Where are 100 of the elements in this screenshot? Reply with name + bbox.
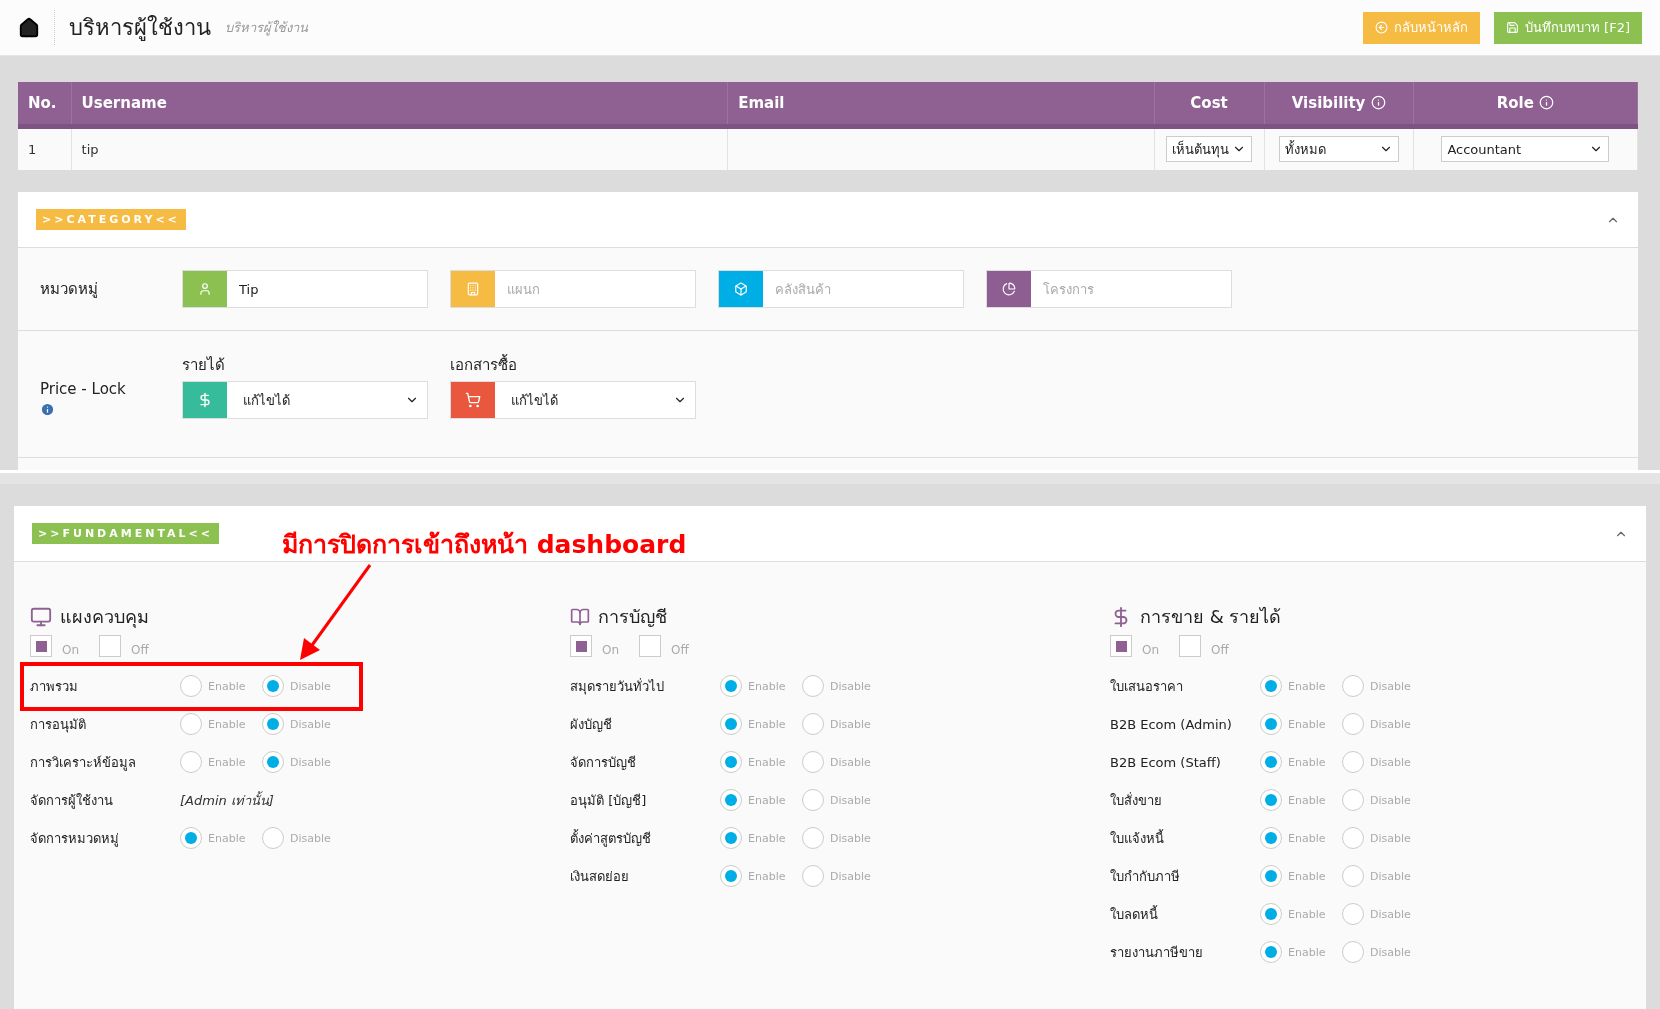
checkbox[interactable] (1110, 635, 1132, 657)
radio-button[interactable] (802, 827, 824, 849)
checkbox-label: On (1142, 643, 1160, 657)
permission-label: ใบเสนอราคา (1110, 677, 1184, 696)
home-icon[interactable] (18, 16, 40, 39)
radio-button[interactable] (720, 865, 742, 887)
radio-label: Disable (290, 755, 331, 769)
checkbox[interactable] (99, 635, 122, 657)
table-cell: tip (71, 126, 728, 170)
info-icon[interactable] (40, 401, 55, 417)
radio-label: Enable (1288, 869, 1326, 883)
radio-button[interactable] (1260, 865, 1282, 887)
radio-button[interactable] (802, 675, 824, 697)
radio-label: Disable (830, 679, 871, 693)
permission-label: ภาพรวม (30, 677, 79, 696)
fundamental-tag: >>FUNDAMENTAL<< (32, 523, 219, 544)
radio-button[interactable] (1260, 789, 1282, 811)
radio-button[interactable] (720, 751, 742, 773)
radio-label: Enable (208, 755, 246, 769)
radio-button[interactable] (1260, 713, 1282, 735)
radio-button[interactable] (1260, 941, 1282, 963)
column-header: Visibility (1264, 82, 1414, 126)
permission-label: B2B Ecom (Admin) (1110, 716, 1233, 732)
save-icon (1505, 21, 1519, 34)
radio-label: Enable (1288, 793, 1326, 807)
radio-button[interactable] (180, 713, 202, 735)
role-select[interactable]: Accountant (1441, 136, 1610, 163)
checkbox[interactable] (570, 635, 592, 657)
radio-label: Disable (1370, 679, 1411, 693)
radio-label: Disable (1370, 907, 1411, 921)
radio-label: Disable (1370, 945, 1411, 959)
permission-label: ผังบัญชี (570, 715, 613, 734)
radio-button[interactable] (262, 675, 284, 697)
radio-label: Disable (1370, 717, 1411, 731)
column-header: Role (1413, 82, 1638, 126)
radio-label: Disable (1370, 793, 1411, 807)
radio-label: Disable (1370, 755, 1411, 769)
page-title: บริหารผู้ใช้งาน (54, 10, 211, 45)
radio-label: Enable (1288, 755, 1326, 769)
checkbox[interactable] (30, 635, 52, 657)
radio-button[interactable] (180, 827, 202, 849)
radio-button[interactable] (180, 751, 202, 773)
radio-button[interactable] (1260, 903, 1282, 925)
radio-label: Disable (830, 717, 871, 731)
category-field[interactable]: แผนก (450, 270, 696, 308)
radio-button[interactable] (1342, 903, 1364, 925)
permission-label: จัดการบัญชี (570, 753, 637, 772)
radio-label: Disable (290, 717, 331, 731)
radio-button[interactable] (262, 713, 284, 735)
category-field[interactable]: โครงการ (986, 270, 1232, 308)
radio-label: Disable (830, 755, 871, 769)
checkbox[interactable] (639, 635, 662, 657)
radio-button[interactable] (720, 713, 742, 735)
arrow-left-icon (1374, 21, 1388, 34)
permission-label: รายงานภาษีขาย (1110, 943, 1204, 962)
radio-button[interactable] (1342, 675, 1364, 697)
category-field[interactable]: คลังสินค้า (718, 270, 964, 308)
visibility-select[interactable]: ทั้งหมด (1278, 136, 1399, 163)
radio-button[interactable] (1342, 827, 1364, 849)
column-header: No. (18, 82, 72, 126)
radio-button[interactable] (802, 751, 824, 773)
radio-button[interactable] (1342, 941, 1364, 963)
radio-button[interactable] (1260, 751, 1282, 773)
radio-button[interactable] (262, 827, 284, 849)
radio-button[interactable] (802, 865, 824, 887)
radio-button[interactable] (720, 675, 742, 697)
admin-note: [Admin เท่านั้น] (180, 790, 274, 810)
cost-select[interactable]: เห็นต้นทุน (1166, 136, 1253, 163)
radio-button[interactable] (1260, 827, 1282, 849)
permission-label: ใบกำกับภาษี (1110, 867, 1181, 886)
radio-label: Disable (830, 793, 871, 807)
radio-button[interactable] (720, 789, 742, 811)
building-icon (466, 282, 480, 296)
radio-label: Enable (748, 869, 786, 883)
radio-button[interactable] (262, 751, 284, 773)
pie-chart-icon (1002, 282, 1016, 296)
radio-label: Enable (1288, 907, 1326, 921)
checkbox-label: Off (1211, 643, 1229, 657)
radio-label: Enable (1288, 679, 1326, 693)
category-tag: >>CATEGORY<< (36, 209, 186, 230)
permission-label: สมุดรายวันทั่วไป (570, 677, 665, 697)
radio-button[interactable] (1342, 789, 1364, 811)
category-field[interactable]: Tip (182, 270, 428, 308)
radio-label: Enable (208, 717, 246, 731)
column-header: Username (71, 82, 728, 126)
radio-label: Disable (830, 831, 871, 845)
radio-button[interactable] (802, 713, 824, 735)
radio-button[interactable] (1342, 713, 1364, 735)
annotation-text: มีการปิดการเข้าถึงหน้า dashboard (282, 529, 687, 561)
permission-label: ตั้งค่าสูตรบัญชี (570, 828, 652, 849)
radio-button[interactable] (1260, 675, 1282, 697)
permission-label: การอนุมัติ (30, 715, 87, 735)
radio-button[interactable] (180, 675, 202, 697)
checkbox[interactable] (1179, 635, 1202, 657)
radio-button[interactable] (1342, 865, 1364, 887)
radio-button[interactable] (802, 789, 824, 811)
group-title: การบัญชี (598, 605, 667, 629)
select-label: รายได้ (182, 355, 226, 376)
radio-button[interactable] (720, 827, 742, 849)
radio-button[interactable] (1342, 751, 1364, 773)
